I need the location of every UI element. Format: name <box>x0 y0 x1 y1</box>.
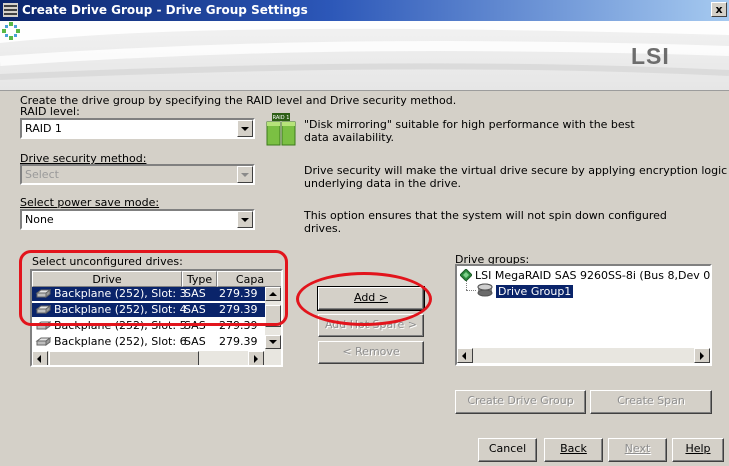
raid-level-dropdown-button[interactable] <box>237 120 253 137</box>
create-span-button[interactable]: Create Span <box>590 390 712 414</box>
power-save-select[interactable]: None <box>20 209 255 230</box>
back-button[interactable]: Back <box>544 438 603 462</box>
drives-horizontal-scrollbar[interactable] <box>32 351 281 365</box>
tree-drive-group-node[interactable]: Drive Group1 <box>477 283 574 299</box>
close-button[interactable]: x <box>711 2 727 17</box>
header-banner: LSI <box>0 21 729 91</box>
controller-label: LSI MegaRAID SAS 9260SS-8i (Bus 8,Dev 0 <box>475 269 711 282</box>
power-save-label: Select power save mode: <box>20 196 160 209</box>
horizontal-scroll-thumb[interactable] <box>49 351 199 365</box>
arrow-right-icon <box>700 352 704 360</box>
instructions-text: Create the drive group by specifying the… <box>20 94 457 107</box>
chevron-down-icon <box>241 218 249 222</box>
app-icon <box>3 3 18 17</box>
security-method-dropdown-button[interactable] <box>237 166 253 183</box>
arrow-left-icon <box>462 352 466 360</box>
scroll-left-button[interactable] <box>457 348 473 363</box>
raid-badge-text: RAID 1 <box>273 115 290 121</box>
arrow-right-icon <box>254 355 258 363</box>
create-span-label: Create Span <box>617 394 685 407</box>
title-bar: Create Drive Group - Drive Group Setting… <box>0 0 729 21</box>
next-label: Next <box>624 442 651 455</box>
tree-horizontal-scrollbar[interactable] <box>457 348 710 363</box>
remove-button[interactable]: < Remove <box>318 341 424 364</box>
scroll-right-button[interactable] <box>694 348 710 363</box>
tree-connector <box>466 281 467 290</box>
banner-swoosh <box>0 21 729 80</box>
controller-icon <box>459 268 473 282</box>
lsi-logo-icon <box>2 22 20 40</box>
drive-name-text: Backplane (252), Slot: 6 <box>54 335 187 348</box>
power-save-description-line1: This option ensures that the system will… <box>304 209 667 222</box>
arrow-down-icon <box>269 340 277 344</box>
raid-icon: RAID 1 <box>266 113 296 146</box>
cancel-button[interactable]: Cancel <box>478 438 537 462</box>
security-description-line1: Drive security will make the virtual dri… <box>304 164 729 177</box>
scroll-right-button[interactable] <box>248 351 264 365</box>
close-icon: x <box>715 3 723 16</box>
scroll-left-button[interactable] <box>32 351 48 365</box>
power-save-dropdown-button[interactable] <box>237 211 253 228</box>
drive-type-cell: SAS <box>184 335 206 348</box>
power-save-description-line2: drives. <box>304 222 342 235</box>
security-method-select[interactable]: Select <box>20 164 255 185</box>
drive-group-icon <box>477 283 493 297</box>
scroll-down-button[interactable] <box>265 335 281 349</box>
hard-drive-icon <box>35 337 51 346</box>
chevron-down-icon <box>241 173 249 177</box>
raid-description-line1: "Disk mirroring" suitable for high perfo… <box>304 118 635 131</box>
raid-level-label: RAID level: <box>20 105 80 118</box>
tree-connector <box>466 290 476 291</box>
window-title: Create Drive Group - Drive Group Setting… <box>22 3 308 17</box>
security-description-line2: underlying data in the drive. <box>304 177 461 190</box>
arrow-left-icon <box>37 355 41 363</box>
drive-groups-tree[interactable]: LSI MegaRAID SAS 9260SS-8i (Bus 8,Dev 0 … <box>455 264 712 366</box>
raid-level-select[interactable]: RAID 1 <box>20 118 255 139</box>
raid-level-value: RAID 1 <box>25 122 62 135</box>
drive-row[interactable]: Backplane (252), Slot: 6 SAS 279.39 <box>32 335 265 349</box>
annotation-add-highlight <box>296 272 432 326</box>
back-label: Back <box>560 442 587 455</box>
chevron-down-icon <box>241 127 249 131</box>
tree-controller-node[interactable]: LSI MegaRAID SAS 9260SS-8i (Bus 8,Dev 0 <box>459 268 711 283</box>
remove-label: < Remove <box>342 345 400 358</box>
help-label: Help <box>685 442 711 455</box>
help-button[interactable]: Help <box>672 438 724 462</box>
security-method-value: Select <box>25 168 59 181</box>
annotation-drives-highlight <box>19 250 288 326</box>
lsi-logo: LSI <box>631 43 670 69</box>
create-drive-group-label: Create Drive Group <box>467 394 574 407</box>
drive-group-label: Drive Group1 <box>496 285 574 298</box>
raid-description-line2: data availability. <box>304 131 395 144</box>
cancel-label: Cancel <box>488 442 527 455</box>
next-button[interactable]: Next <box>608 438 667 462</box>
power-save-value: None <box>25 213 54 226</box>
drive-capacity-cell: 279.39 <box>219 335 258 348</box>
drive-name-cell: Backplane (252), Slot: 6 <box>35 335 187 349</box>
create-drive-group-button[interactable]: Create Drive Group <box>455 390 586 414</box>
create-drive-group-window: Create Drive Group - Drive Group Setting… <box>0 0 729 466</box>
